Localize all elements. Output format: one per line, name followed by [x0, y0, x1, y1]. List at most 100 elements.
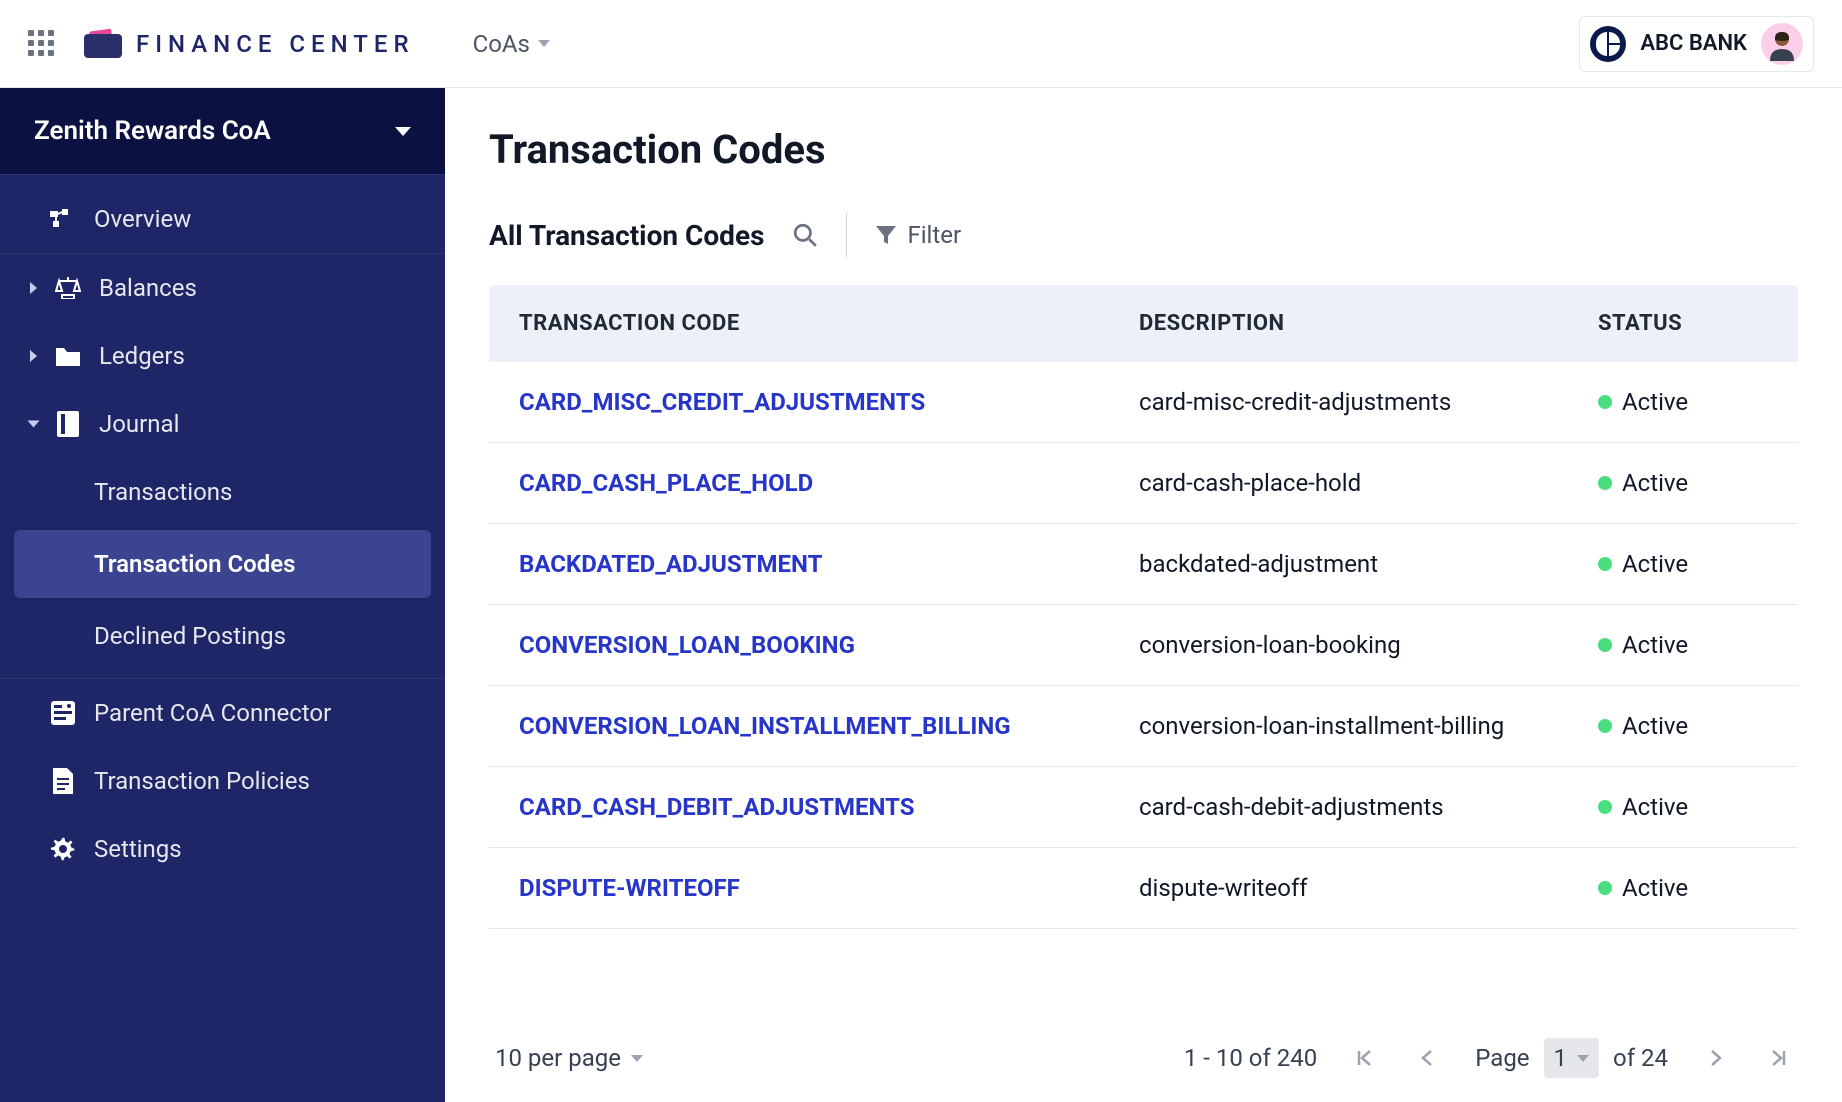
journal-icon [55, 411, 81, 437]
search-icon [792, 222, 818, 248]
transaction-code-description: card-cash-debit-adjustments [1139, 793, 1598, 821]
sidebar-item-balances[interactable]: Balances [0, 254, 445, 322]
status-dot-icon [1598, 395, 1612, 409]
transaction-code-link[interactable]: CARD_MISC_CREDIT_ADJUSTMENTS [519, 388, 1139, 416]
transaction-code-status: Active [1598, 793, 1768, 821]
last-page-button[interactable] [1764, 1044, 1792, 1072]
sidebar-item-settings[interactable]: Settings [0, 815, 445, 883]
page-label: Page [1475, 1044, 1529, 1072]
balances-icon [55, 275, 81, 301]
filter-icon [875, 224, 897, 246]
sidebar-item-transaction-policies[interactable]: Transaction Policies [0, 747, 445, 815]
sidebar-nav: Overview Balances Ledgers [0, 175, 445, 883]
sidebar-item-overview[interactable]: Overview [0, 185, 445, 254]
transaction-code-link[interactable]: CONVERSION_LOAN_BOOKING [519, 631, 1139, 659]
sidebar-item-label: Settings [94, 835, 182, 863]
transaction-code-link[interactable]: DISPUTE-WRITEOFF [519, 874, 1139, 902]
status-dot-icon [1598, 800, 1612, 814]
overview-icon [50, 206, 76, 232]
org-icon [1590, 26, 1626, 62]
sidebar: Zenith Rewards CoA Overview Balances [0, 88, 445, 1102]
table-row: CONVERSION_LOAN_INSTALLMENT_BILLINGconve… [489, 686, 1798, 767]
transaction-code-status: Active [1598, 874, 1768, 902]
per-page-label: 10 per page [495, 1044, 621, 1072]
sidebar-item-label: Ledgers [99, 342, 185, 370]
prev-page-button[interactable] [1413, 1044, 1441, 1072]
transaction-code-link[interactable]: BACKDATED_ADJUSTMENT [519, 550, 1139, 578]
chevron-down-icon [28, 421, 40, 428]
avatar[interactable] [1761, 23, 1803, 65]
first-page-button[interactable] [1351, 1044, 1379, 1072]
app-logo[interactable]: FINANCE CENTER [84, 30, 415, 58]
page-input[interactable]: 1 [1544, 1038, 1600, 1078]
main-content: Transaction Codes All Transaction Codes … [445, 88, 1842, 1102]
table-row: BACKDATED_ADJUSTMENTbackdated-adjustment… [489, 524, 1798, 605]
table-row: CARD_CASH_DEBIT_ADJUSTMENTScard-cash-deb… [489, 767, 1798, 848]
pagination: 10 per page 1 - 10 of 240 Page 1 [489, 1014, 1798, 1102]
transaction-code-link[interactable]: CONVERSION_LOAN_INSTALLMENT_BILLING [519, 712, 1139, 740]
sidebar-item-transactions[interactable]: Transactions [0, 458, 445, 526]
filter-button[interactable]: Filter [875, 221, 961, 249]
coa-menu[interactable]: CoAs [473, 30, 550, 58]
pagination-range: 1 - 10 of 240 [1184, 1044, 1317, 1072]
per-page-selector[interactable]: 10 per page [495, 1044, 643, 1072]
connector-icon [50, 700, 76, 726]
table-row: CARD_MISC_CREDIT_ADJUSTMENTScard-misc-cr… [489, 362, 1798, 443]
page-title: Transaction Codes [489, 126, 1798, 173]
total-pages: of 24 [1613, 1044, 1668, 1072]
header-description: DESCRIPTION [1139, 311, 1598, 336]
transaction-code-status: Active [1598, 550, 1768, 578]
gear-icon [50, 836, 76, 862]
transaction-code-status: Active [1598, 712, 1768, 740]
transaction-code-link[interactable]: CARD_CASH_PLACE_HOLD [519, 469, 1139, 497]
transaction-code-description: dispute-writeoff [1139, 874, 1598, 902]
filter-label: Filter [907, 221, 961, 249]
topbar: FINANCE CENTER CoAs ABC BANK [0, 0, 1842, 88]
table-row: DISPUTE-WRITEOFFdispute-writeoffActive [489, 848, 1798, 929]
status-dot-icon [1598, 719, 1612, 733]
coa-menu-label: CoAs [473, 30, 530, 58]
transaction-code-description: conversion-loan-booking [1139, 631, 1598, 659]
chevron-down-icon [1577, 1055, 1589, 1062]
chevron-right-icon [1709, 1048, 1723, 1068]
chevron-down-icon [395, 127, 411, 136]
first-page-icon [1355, 1048, 1375, 1068]
status-dot-icon [1598, 476, 1612, 490]
divider [846, 213, 847, 257]
sidebar-item-journal[interactable]: Journal [0, 390, 445, 458]
search-button[interactable] [792, 222, 818, 248]
transaction-code-link[interactable]: CARD_CASH_DEBIT_ADJUSTMENTS [519, 793, 1139, 821]
chevron-down-icon [538, 40, 550, 47]
transaction-code-description: backdated-adjustment [1139, 550, 1598, 578]
coa-selector-label: Zenith Rewards CoA [34, 116, 271, 146]
table-body: CARD_MISC_CREDIT_ADJUSTMENTScard-misc-cr… [489, 362, 1798, 1014]
sidebar-item-ledgers[interactable]: Ledgers [0, 322, 445, 390]
chevron-down-icon [631, 1055, 643, 1062]
sidebar-item-declined-postings[interactable]: Declined Postings [0, 602, 445, 670]
transaction-code-status: Active [1598, 631, 1768, 659]
sidebar-item-transaction-codes[interactable]: Transaction Codes [14, 530, 431, 598]
header-code: TRANSACTION CODE [519, 311, 1139, 336]
table-header: TRANSACTION CODE DESCRIPTION STATUS [489, 285, 1798, 362]
status-dot-icon [1598, 557, 1612, 571]
header-status: STATUS [1598, 311, 1768, 336]
sidebar-item-label: Overview [94, 205, 191, 233]
transaction-code-status: Active [1598, 469, 1768, 497]
toolbar-title: All Transaction Codes [489, 219, 764, 252]
toolbar: All Transaction Codes Filter [489, 213, 1798, 257]
sidebar-item-label: Transaction Policies [94, 767, 310, 795]
app-grid-icon[interactable] [28, 30, 56, 58]
coa-selector[interactable]: Zenith Rewards CoA [0, 88, 445, 175]
next-page-button[interactable] [1702, 1044, 1730, 1072]
transaction-code-description: card-misc-credit-adjustments [1139, 388, 1598, 416]
app-name: FINANCE CENTER [136, 30, 415, 58]
status-dot-icon [1598, 881, 1612, 895]
org-switcher[interactable]: ABC BANK [1579, 16, 1814, 72]
status-dot-icon [1598, 638, 1612, 652]
sidebar-item-parent-coa-connector[interactable]: Parent CoA Connector [0, 679, 445, 747]
transaction-code-description: conversion-loan-installment-billing [1139, 712, 1598, 740]
table-row: CARD_CASH_PLACE_HOLDcard-cash-place-hold… [489, 443, 1798, 524]
transaction-codes-table: TRANSACTION CODE DESCRIPTION STATUS CARD… [489, 285, 1798, 1014]
last-page-icon [1768, 1048, 1788, 1068]
current-page: 1 [1554, 1044, 1568, 1072]
